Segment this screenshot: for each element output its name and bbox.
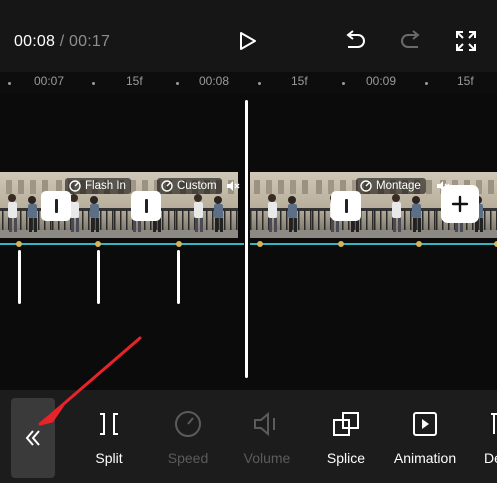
time-display: 00:08 / 00:17	[14, 33, 110, 51]
ruler-dot	[342, 82, 345, 85]
undo-button[interactable]	[340, 26, 370, 56]
muted-speaker-icon	[227, 181, 240, 191]
ruler-dot	[92, 82, 95, 85]
transition-button[interactable]	[131, 191, 161, 221]
volume-tool[interactable]: Volume	[231, 406, 303, 466]
transition-tag-label: Flash In	[85, 180, 126, 192]
transition-bar	[54, 199, 58, 213]
total-time: 00:17	[69, 33, 111, 50]
audio-baseline	[250, 243, 497, 245]
current-time: 00:08	[14, 33, 56, 50]
ruler-tick: 00:07	[34, 74, 65, 88]
tool-label: Splice	[326, 450, 366, 466]
fullscreen-button[interactable]	[451, 26, 481, 56]
fullscreen-icon	[456, 31, 476, 51]
tool-label: Speed	[167, 450, 209, 466]
transition-circle-icon	[161, 180, 173, 192]
keyframe-dot[interactable]	[416, 241, 422, 247]
transition-button[interactable]	[41, 191, 71, 221]
keyframe-dot[interactable]	[16, 241, 22, 247]
transition-tag-flash-in[interactable]: Flash In	[65, 178, 131, 194]
time-ruler: 00:07 15f 00:08 15f 00:09 15f	[0, 72, 497, 94]
transition-tag-montage[interactable]: Montage	[356, 178, 426, 194]
splice-icon	[333, 412, 359, 436]
tool-label: Volume	[243, 450, 291, 466]
play-button[interactable]	[232, 26, 262, 56]
ruler-tick: 00:09	[366, 74, 397, 88]
tool-label: Split	[95, 450, 123, 466]
volume-icon	[254, 411, 275, 437]
ruler-dot	[8, 82, 11, 85]
plus-icon	[451, 195, 469, 213]
transition-tag-custom[interactable]: Custom	[157, 178, 222, 194]
playhead[interactable]	[245, 100, 248, 378]
delete-icon	[491, 413, 497, 434]
redo-button[interactable]	[396, 26, 426, 56]
redo-icon	[401, 30, 420, 48]
ruler-dot	[258, 82, 261, 85]
undo-icon	[346, 30, 365, 48]
timeline-area[interactable]	[0, 94, 497, 390]
ruler-tick: 15f	[457, 74, 474, 88]
time-separator: /	[59, 33, 65, 50]
play-icon	[240, 32, 256, 50]
transition-tag-label: Custom	[177, 180, 217, 192]
add-clip-button[interactable]	[441, 185, 479, 223]
split-icon	[100, 413, 118, 435]
ruler-dot	[176, 82, 179, 85]
animation-tool[interactable]: Animation	[389, 406, 461, 466]
player-bar: 00:08 / 00:17	[0, 0, 497, 72]
double-chevron-left-icon	[25, 430, 40, 446]
ruler-tick: 00:08	[199, 74, 230, 88]
collapse-button[interactable]	[11, 398, 55, 478]
marker-line	[97, 250, 100, 304]
transition-circle-icon	[69, 180, 81, 192]
ruler-tick: 15f	[291, 74, 308, 88]
transition-bar	[144, 199, 148, 213]
ruler-tick: 15f	[126, 74, 143, 88]
speed-icon	[175, 411, 201, 437]
transition-circle-icon	[360, 180, 372, 192]
ruler-dot	[425, 82, 428, 85]
delete-tool[interactable]: De	[468, 406, 497, 466]
transition-button[interactable]	[331, 191, 361, 221]
audio-baseline	[0, 243, 244, 245]
speed-tool[interactable]: Speed	[152, 406, 224, 466]
transition-bar	[344, 199, 348, 213]
tool-label: Animation	[393, 450, 457, 466]
transition-tag-label: Montage	[376, 180, 421, 192]
splice-tool[interactable]: Splice	[310, 406, 382, 466]
keyframe-dot[interactable]	[338, 241, 344, 247]
keyframe-dot[interactable]	[95, 241, 101, 247]
split-tool[interactable]: Split	[73, 406, 145, 466]
marker-line	[177, 250, 180, 304]
animation-icon	[413, 412, 437, 436]
marker-line	[18, 250, 21, 304]
keyframe-dot[interactable]	[176, 241, 182, 247]
tool-label: De	[484, 450, 497, 466]
keyframe-dot[interactable]	[257, 241, 263, 247]
